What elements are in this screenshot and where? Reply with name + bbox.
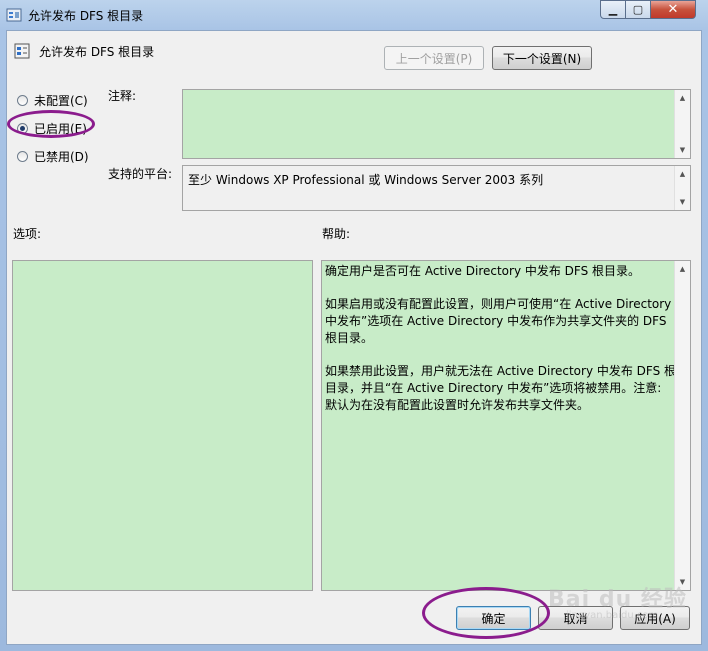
- maximize-button[interactable]: ▢: [625, 0, 651, 19]
- comment-scrollbar[interactable]: ▲ ▼: [674, 90, 690, 158]
- scroll-down-arrow-icon[interactable]: ▼: [675, 195, 690, 209]
- radio-circle[interactable]: [17, 95, 28, 106]
- radio-not-configured[interactable]: 未配置(C): [17, 92, 88, 109]
- scroll-up-arrow-icon[interactable]: ▲: [675, 91, 690, 105]
- supported-platform-value: 至少 Windows XP Professional 或 Windows Ser…: [188, 173, 544, 187]
- radio-label: 未配置(C): [34, 94, 88, 108]
- help-label: 帮助:: [322, 227, 351, 241]
- close-button[interactable]: ✕: [650, 0, 696, 19]
- previous-setting-button[interactable]: 上一个设置(P): [384, 46, 484, 70]
- policy-editor-icon: [6, 8, 22, 22]
- help-scrollbar[interactable]: ▲ ▼: [674, 261, 690, 590]
- supported-platform-box: 至少 Windows XP Professional 或 Windows Ser…: [182, 165, 691, 211]
- radio-label: 已禁用(D): [34, 150, 89, 164]
- help-paragraph: 如果启用或没有配置此设置，则用户可使用“在 Active Directory 中…: [325, 297, 672, 345]
- scroll-up-arrow-icon[interactable]: ▲: [675, 262, 690, 276]
- dialog-window: 允许发布 DFS 根目录 ▁ ▢ ✕ 允许发布 DFS 根目录 上一个设置(P)…: [0, 0, 708, 651]
- help-panel: 确定用户是否可在 Active Directory 中发布 DFS 根目录。 如…: [321, 260, 691, 591]
- dialog-client-area: 允许发布 DFS 根目录 上一个设置(P) 下一个设置(N) 未配置(C) 已启…: [6, 30, 702, 645]
- next-setting-button[interactable]: 下一个设置(N): [492, 46, 592, 70]
- platform-scrollbar[interactable]: ▲ ▼: [674, 166, 690, 210]
- policy-title: 允许发布 DFS 根目录: [39, 45, 155, 59]
- supported-platform-label: 支持的平台:: [108, 167, 173, 181]
- radio-disabled[interactable]: 已禁用(D): [17, 148, 89, 165]
- help-paragraph: 如果禁用此设置，用户就无法在 Active Directory 中发布 DFS …: [325, 364, 677, 412]
- title-bar[interactable]: 允许发布 DFS 根目录 ▁ ▢ ✕: [0, 0, 708, 30]
- window-title: 允许发布 DFS 根目录: [28, 9, 144, 23]
- comment-label: 注释:: [108, 89, 137, 103]
- scroll-up-arrow-icon[interactable]: ▲: [675, 167, 690, 181]
- annotation-ellipse-ok: [422, 587, 550, 639]
- help-text: 确定用户是否可在 Active Directory 中发布 DFS 根目录。 如…: [325, 263, 677, 430]
- policy-setting-icon: [14, 43, 30, 59]
- options-panel: [12, 260, 313, 591]
- annotation-ellipse-enabled: [7, 110, 95, 138]
- watermark-url: jingyan.baidu.com: [566, 610, 659, 621]
- watermark-logo: Bai du 经验: [548, 587, 687, 612]
- help-paragraph: 确定用户是否可在 Active Directory 中发布 DFS 根目录。: [325, 264, 641, 278]
- minimize-button[interactable]: ▁: [600, 0, 626, 19]
- radio-circle[interactable]: [17, 151, 28, 162]
- scroll-down-arrow-icon[interactable]: ▼: [675, 143, 690, 157]
- comment-textarea[interactable]: ▲ ▼: [182, 89, 691, 159]
- options-label: 选项:: [13, 227, 42, 241]
